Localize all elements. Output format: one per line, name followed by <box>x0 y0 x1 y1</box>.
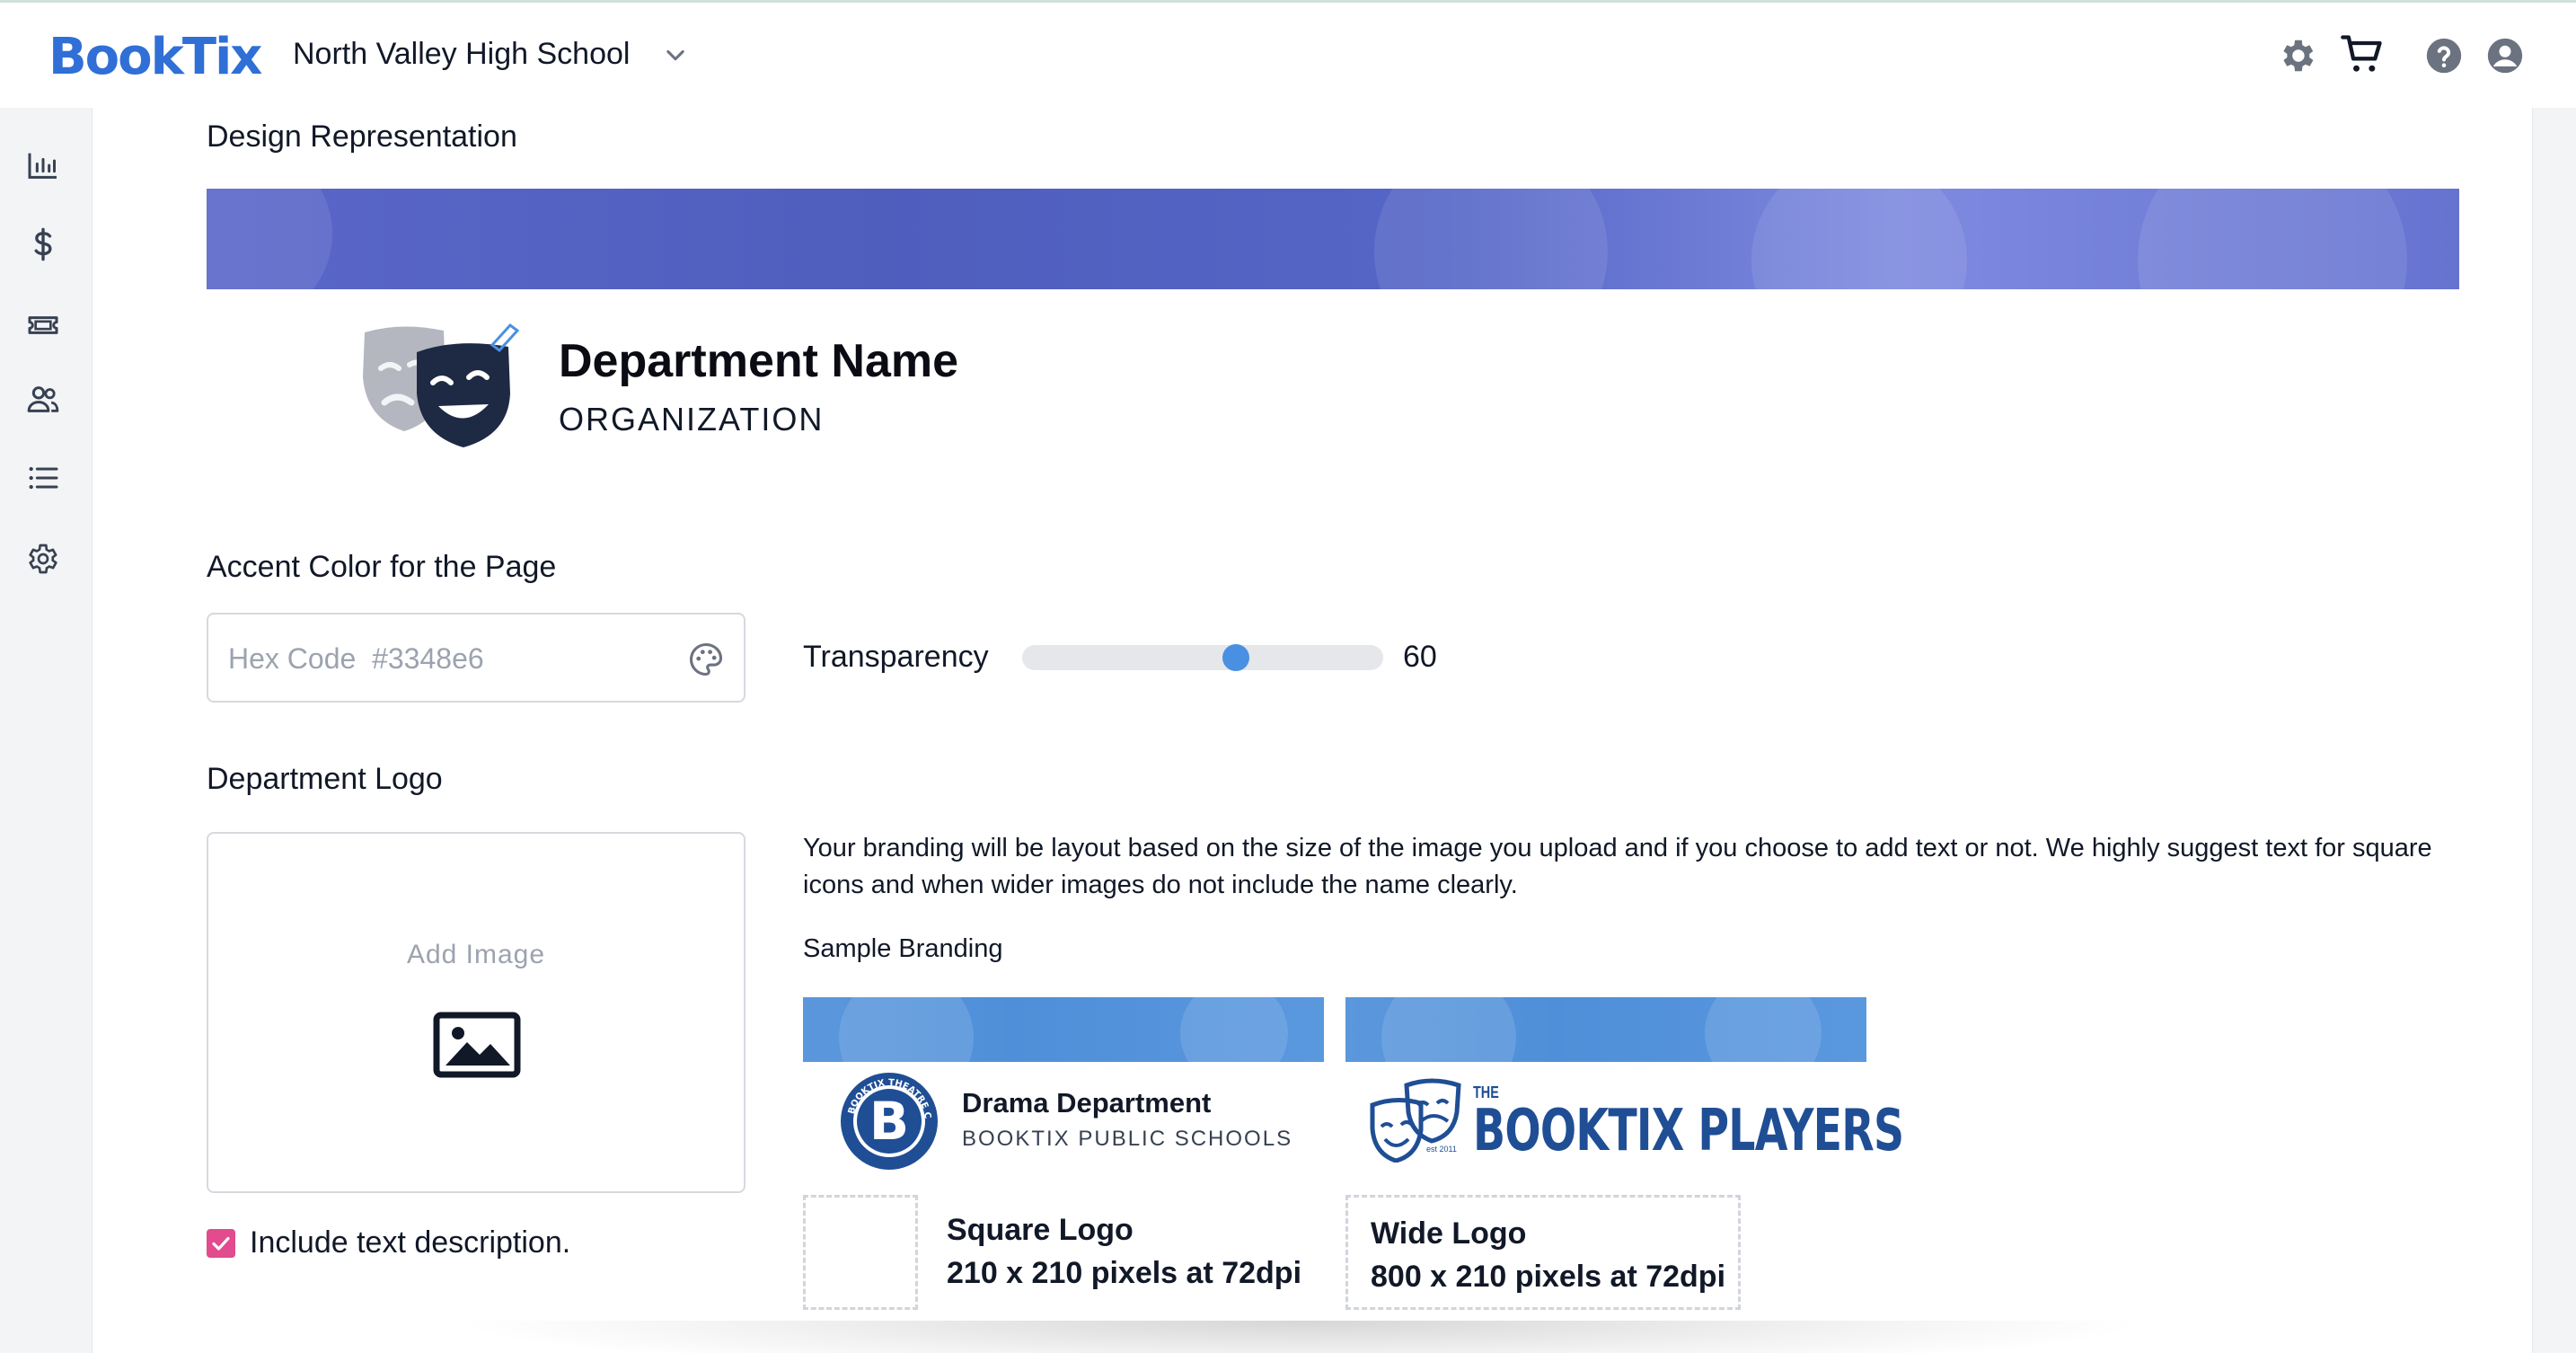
ticket-icon[interactable] <box>25 307 61 343</box>
square-logo-badge: B BOOKTIX THEATRE CO. <box>839 1071 938 1170</box>
drama-department-title: Drama Department <box>962 1087 1212 1119</box>
players-est: est 2011 <box>1426 1145 1457 1154</box>
sample-branding-label: Sample Branding <box>803 934 1003 963</box>
account-icon[interactable] <box>2484 35 2526 76</box>
image-upload-area[interactable]: Add Image <box>207 832 745 1193</box>
bottom-shadow <box>449 1321 2156 1353</box>
square-logo-spec: 210 x 210 pixels at 72dpi <box>947 1256 1302 1290</box>
chevron-down-icon[interactable] <box>663 42 688 67</box>
department-name: Department Name <box>559 335 959 387</box>
transparency-value: 60 <box>1403 640 1437 674</box>
organization-name: ORGANIZATION <box>559 401 825 438</box>
wide-sample-banner <box>1345 997 1866 1062</box>
help-icon[interactable] <box>2423 35 2465 76</box>
dollar-icon[interactable] <box>25 226 61 262</box>
square-logo-frame <box>803 1195 918 1310</box>
transparency-label: Transparency <box>803 640 989 674</box>
school-selector[interactable]: North Valley High School <box>293 37 630 72</box>
brand-logo[interactable]: BookTix <box>49 28 262 86</box>
gear-icon[interactable] <box>2276 35 2317 76</box>
add-image-label: Add Image <box>406 940 546 969</box>
badge-letter: B <box>869 1091 909 1152</box>
list-icon[interactable] <box>25 460 61 496</box>
players-wordmark: BOOKTIX PLAYERS <box>1473 1098 1904 1164</box>
theatre-masks-icon <box>363 323 520 447</box>
image-icon <box>433 1012 521 1078</box>
wide-logo-spec: 800 x 210 pixels at 72dpi <box>1371 1260 1726 1294</box>
wide-logo-title: Wide Logo <box>1371 1216 1527 1251</box>
checkmark-icon <box>212 1236 230 1251</box>
right-margin <box>2533 108 2576 1353</box>
transparency-slider[interactable] <box>1022 644 1383 671</box>
logo-heading: Department Logo <box>207 762 443 796</box>
hex-code-field[interactable] <box>207 613 745 703</box>
square-sample-banner <box>803 997 1324 1062</box>
preview-banner <box>207 189 2459 289</box>
accent-heading: Accent Color for the Page <box>207 550 557 584</box>
branding-description: Your branding will be layout based on th… <box>803 834 2432 899</box>
top-bar: BookTix North Valley High School <box>0 0 2576 108</box>
square-logo-title: Square Logo <box>947 1213 1134 1247</box>
settings-icon[interactable] <box>25 541 61 577</box>
chart-icon[interactable] <box>25 147 61 183</box>
include-text-label[interactable]: Include text description. <box>250 1225 570 1260</box>
include-text-checkbox[interactable] <box>207 1229 235 1258</box>
sidebar <box>0 108 90 1353</box>
slider-thumb[interactable] <box>1222 644 1250 671</box>
cart-icon[interactable] <box>2339 31 2386 78</box>
palette-icon[interactable] <box>686 640 726 679</box>
drama-department-subtitle: BOOKTIX PUBLIC SCHOOLS <box>962 1127 1293 1151</box>
users-icon[interactable] <box>25 381 61 417</box>
hex-code-input[interactable] <box>228 636 677 681</box>
design-heading: Design Representation <box>207 119 517 154</box>
